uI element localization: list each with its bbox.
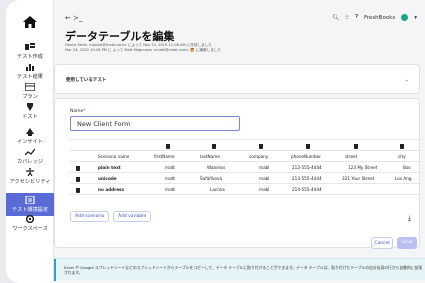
home-icon[interactable] xyxy=(23,16,37,28)
table-cell[interactable]: Šafáříková xyxy=(200,173,222,184)
usage-section-label: 使用しているテスト xyxy=(66,78,107,83)
sidebar-item-test[interactable]: ドスト xyxy=(6,103,54,120)
usage-section[interactable]: 使用しているテスト ⌄ xyxy=(54,64,420,94)
table-cell[interactable]: 123 My Street xyxy=(348,162,377,173)
insight-icon xyxy=(26,128,34,136)
page-title: データテーブルを編集 xyxy=(65,30,175,43)
main-content: ← ≻_ 🔍︎ ⁝⁝ ❓︎ FreshBooks ▾ データテーブルを編集 Da… xyxy=(54,0,425,283)
table-cell[interactable]: Waterlos xyxy=(207,162,225,173)
sidebar-item-workspace[interactable]: ワークスペース xyxy=(6,215,54,232)
table-cell[interactable]: unicode xyxy=(98,173,117,184)
sidebar-item-label: プラン xyxy=(22,94,38,100)
top-bar: ← ≻_ 🔍︎ ⁝⁝ ❓︎ FreshBooks ▾ xyxy=(65,14,417,24)
add-scenario-button[interactable]: Add scenario xyxy=(70,211,110,222)
org-name[interactable]: FreshBooks xyxy=(364,15,395,21)
trash-icon[interactable] xyxy=(76,184,80,195)
help-icon[interactable]: ❓︎ xyxy=(355,14,358,21)
download-icon[interactable]: ⤓ xyxy=(408,214,411,223)
plan-icon xyxy=(25,83,35,91)
table-cell[interactable]: mabl xyxy=(259,173,269,184)
app-window: テスト作成 テスト結果 プラン ドスト インサイト カバレッジ アクセシビリティ xyxy=(6,0,425,283)
column-delete-row xyxy=(70,140,421,151)
coverage-icon xyxy=(25,148,35,156)
top-bar-actions: 🔍︎ ⁝⁝ ❓︎ FreshBooks ▾ xyxy=(332,14,417,21)
table-header-row: Scenario name firstName lastName company… xyxy=(70,151,421,162)
sidebar-item-label: テスト作成 xyxy=(17,54,43,60)
column-header[interactable]: street xyxy=(345,151,357,162)
search-icon[interactable]: 🔍︎ xyxy=(332,15,339,21)
table-row: plain text matt Waterlos mabl 212-555-44… xyxy=(70,162,421,173)
column-header[interactable]: city xyxy=(398,151,406,162)
column-header[interactable]: company xyxy=(249,151,268,162)
banner-text: Excel や Google スプレッドシートなどのスプレッドシートからテーブル… xyxy=(64,265,423,275)
cancel-button[interactable]: Cancel xyxy=(371,237,393,249)
sidebar-item-test-create[interactable]: テスト作成 xyxy=(6,43,54,60)
more-icon[interactable]: ⁝⁝ xyxy=(345,15,349,21)
table-cell[interactable]: 321 Your Street xyxy=(342,173,374,184)
table-cell[interactable]: matt xyxy=(165,184,175,195)
trash-icon[interactable] xyxy=(76,173,80,184)
trash-icon[interactable] xyxy=(212,140,216,151)
trash-icon[interactable] xyxy=(306,140,310,151)
table-cell[interactable]: 214-555-4444 xyxy=(292,184,322,195)
table-cell[interactable]: matt xyxy=(165,173,175,184)
info-banner: Excel や Google スプレッドシートなどのスプレッドシートからテーブル… xyxy=(54,258,425,281)
column-header[interactable]: firstName xyxy=(154,151,175,162)
test-create-icon xyxy=(25,43,35,50)
sidebar-item-label: カバレッジ xyxy=(17,159,43,165)
page-meta: Daniel Farris <daniel@mabl.com> によって Nov… xyxy=(65,43,221,53)
sidebar-item-label: ワークスペース xyxy=(12,226,48,232)
table-cell[interactable]: plain text xyxy=(98,162,121,173)
sidebar-item-accessibility[interactable]: アクセシビリティ xyxy=(6,168,54,185)
table-cell[interactable]: Bos xyxy=(403,162,411,173)
trash-icon[interactable] xyxy=(166,140,170,151)
name-label: Name* xyxy=(70,109,86,114)
trash-icon[interactable] xyxy=(259,140,263,151)
add-variable-button[interactable]: Add variable xyxy=(113,211,152,222)
sidebar-item-label: インサイト xyxy=(17,139,43,145)
sidebar-item-insight[interactable]: インサイト xyxy=(6,128,54,145)
table-cell[interactable]: matt xyxy=(165,162,175,173)
sidebar-item-test-results[interactable]: テスト結果 xyxy=(6,63,54,80)
trash-icon[interactable] xyxy=(354,140,358,151)
sidebar-item-label: アクセシビリティ xyxy=(9,179,51,185)
table-cell[interactable]: no address xyxy=(98,184,124,195)
workspace-icon xyxy=(25,215,35,223)
sidebar-item-label: ドスト xyxy=(22,114,38,120)
chevron-down-icon[interactable]: ⌄ xyxy=(405,77,409,83)
edit-form: Name* New Client Form Scenario name firs… xyxy=(54,98,421,249)
table-cell[interactable]: mabl xyxy=(259,184,269,195)
sidebar-item-plan[interactable]: プラン xyxy=(6,83,54,100)
table-cell[interactable]: Lacroix xyxy=(210,184,225,195)
table-cell[interactable]: 213-555-4444 xyxy=(292,173,322,184)
table-row: no address matt Lacroix mabl 214-555-444… xyxy=(70,184,421,195)
org-avatar[interactable] xyxy=(401,14,409,21)
table-row: unicode matt Šafáříková mabl 213-555-444… xyxy=(70,173,421,184)
chevron-down-icon[interactable]: ▾ xyxy=(414,15,417,21)
sidebar: テスト作成 テスト結果 プラン ドスト インサイト カバレッジ アクセシビリティ xyxy=(6,0,54,283)
name-input[interactable]: New Client Form xyxy=(70,116,240,131)
table-cell[interactable]: Los Ang xyxy=(395,173,412,184)
trash-icon[interactable] xyxy=(76,162,80,173)
banner-accent-bar xyxy=(54,259,56,281)
test-icon xyxy=(27,103,33,111)
back-button[interactable]: ← ≻_ xyxy=(65,14,82,22)
column-header[interactable]: lastName xyxy=(200,151,220,162)
save-button[interactable]: Save xyxy=(397,237,417,249)
table-cell[interactable]: mabl xyxy=(259,162,269,173)
sidebar-item-label: テスト環境設定 xyxy=(11,207,49,213)
data-table: Scenario name firstName lastName company… xyxy=(70,139,421,201)
trash-icon[interactable] xyxy=(400,140,404,151)
sidebar-item-label: テスト結果 xyxy=(17,74,43,80)
sidebar-item-test-env-settings[interactable]: テスト環境設定 xyxy=(6,193,54,216)
sidebar-item-coverage[interactable]: カバレッジ xyxy=(6,148,54,165)
accessibility-icon xyxy=(26,168,34,176)
settings-icon xyxy=(25,196,35,204)
column-header[interactable]: phoneNumber xyxy=(291,151,321,162)
column-header[interactable]: Scenario name xyxy=(98,151,129,162)
test-results-icon xyxy=(26,64,34,71)
table-cell[interactable]: 212-555-4444 xyxy=(292,162,322,173)
edited-info: Mar 24, 2020 10:26 PM に よって Matt Magnuso… xyxy=(65,48,222,52)
